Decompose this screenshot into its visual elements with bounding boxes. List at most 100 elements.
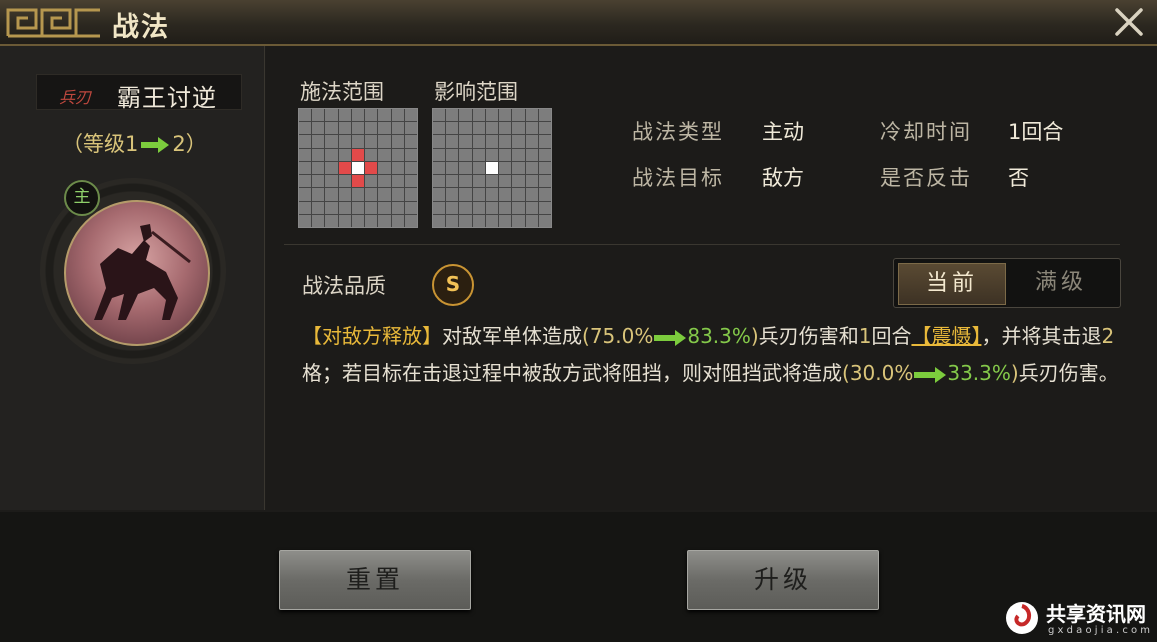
grid-cell xyxy=(446,148,459,161)
grid-cell xyxy=(512,201,525,214)
grid-cell xyxy=(312,135,325,148)
grid-cell xyxy=(351,135,365,148)
upgrade-button[interactable]: 升级 xyxy=(687,550,879,610)
grid-cell xyxy=(433,122,446,135)
desc-number: 2 xyxy=(1101,324,1115,348)
desc-paren: ( xyxy=(842,361,850,385)
arrow-right-icon xyxy=(654,329,687,346)
grid-cell xyxy=(525,175,538,188)
grid-cell xyxy=(538,188,551,201)
grid-cell xyxy=(351,122,365,135)
grid-cell xyxy=(485,109,499,122)
general-portrait xyxy=(64,200,210,346)
desc-keyword-deter[interactable]: 【震慑】 xyxy=(911,324,981,348)
grid-cell xyxy=(525,214,538,227)
grid-cell xyxy=(472,122,485,135)
grid-cell xyxy=(338,201,351,214)
skill-name-box: 兵刃 霸王讨逆 xyxy=(36,74,242,112)
grid-cell xyxy=(365,201,378,214)
tab-current[interactable]: 当前 xyxy=(898,263,1006,305)
grid-cell xyxy=(391,161,404,175)
grid-cell xyxy=(485,148,499,161)
grid-cell xyxy=(378,214,391,227)
title-bar: 战法 xyxy=(0,0,1157,46)
tab-max-level[interactable]: 满级 xyxy=(1008,263,1114,303)
grid-cell xyxy=(325,161,338,175)
grid-cell xyxy=(485,135,499,148)
grid-cell xyxy=(351,175,365,188)
grid-cell xyxy=(525,161,538,175)
grid-cell xyxy=(299,135,312,148)
skill-description: 【对敌方释放】对敌军单体造成(75.0% 83.3%)兵刃伤害和1回合【震慑】，并… xyxy=(302,318,1122,392)
grid-cell xyxy=(312,175,325,188)
grid-cell xyxy=(538,214,551,227)
grid-cell xyxy=(472,135,485,148)
grid-cell xyxy=(446,161,459,175)
grid-cell xyxy=(365,175,378,188)
grid-cell xyxy=(325,188,338,201)
grid-cell xyxy=(312,214,325,227)
grid-cell xyxy=(525,109,538,122)
skill-type-label: 兵刃 xyxy=(59,88,92,107)
desc-value-old: 30.0% xyxy=(849,361,914,385)
grid-cell xyxy=(325,148,338,161)
grid-cell xyxy=(499,175,512,188)
desc-paren: ) xyxy=(750,324,759,348)
grid-cell xyxy=(404,135,417,148)
horse-rider-icon xyxy=(94,224,191,320)
grid-cell xyxy=(365,135,378,148)
desc-text: 回合 xyxy=(871,324,912,348)
grid-cell xyxy=(338,122,351,135)
grid-cell xyxy=(512,214,525,227)
grid-cell xyxy=(459,109,472,122)
grid-cell xyxy=(404,148,417,161)
grid-cell xyxy=(485,188,499,201)
level-prefix: （等级1 xyxy=(62,132,139,156)
grid-cell xyxy=(365,214,378,227)
grid-cell xyxy=(351,148,365,161)
watermark-text: 共享资讯网 xyxy=(1046,602,1146,626)
grid-cell xyxy=(351,109,365,122)
grid-cell xyxy=(512,188,525,201)
cooldown-key: 冷却时间 xyxy=(880,120,972,144)
grid-cell xyxy=(299,109,312,122)
arrow-right-icon xyxy=(914,366,947,383)
desc-paren: ) xyxy=(1010,361,1019,385)
effect-range-grid xyxy=(432,108,552,228)
grid-cell xyxy=(499,135,512,148)
grid-cell xyxy=(512,135,525,148)
grid-cell xyxy=(472,201,485,214)
effect-range-label: 影响范围 xyxy=(434,80,518,104)
grid-cell xyxy=(446,135,459,148)
grid-cell xyxy=(338,214,351,227)
reset-button[interactable]: 重置 xyxy=(279,550,471,610)
grid-cell xyxy=(312,109,325,122)
grid-cell xyxy=(472,109,485,122)
grid-cell xyxy=(365,122,378,135)
grid-cell xyxy=(433,135,446,148)
site-watermark: 共享资讯网 g x d a o j i a . c o m xyxy=(1000,596,1157,642)
close-icon[interactable] xyxy=(1111,4,1147,40)
grid-cell xyxy=(485,214,499,227)
grid-cell xyxy=(391,188,404,201)
grid-cell xyxy=(378,148,391,161)
grid-cell xyxy=(299,214,312,227)
grid-cell xyxy=(312,188,325,201)
grid-cell xyxy=(391,135,404,148)
counterattack-key: 是否反击 xyxy=(880,166,972,190)
desc-text: 兵刃伤害。 xyxy=(1018,361,1119,385)
grid-cell xyxy=(472,148,485,161)
grid-cell xyxy=(404,214,417,227)
grid-cell xyxy=(459,201,472,214)
grid-cell xyxy=(338,188,351,201)
grid-cell xyxy=(459,148,472,161)
grid-cell xyxy=(459,122,472,135)
grid-cell xyxy=(472,188,485,201)
skill-type-value: 主动 xyxy=(762,120,804,144)
desc-keyword-target: 【对敌方释放】 xyxy=(302,324,442,348)
grid-cell xyxy=(378,175,391,188)
action-bar xyxy=(0,512,1157,642)
grid-cell xyxy=(299,148,312,161)
desc-text: 兵刃伤害和 xyxy=(758,324,859,348)
grid-cell xyxy=(525,148,538,161)
